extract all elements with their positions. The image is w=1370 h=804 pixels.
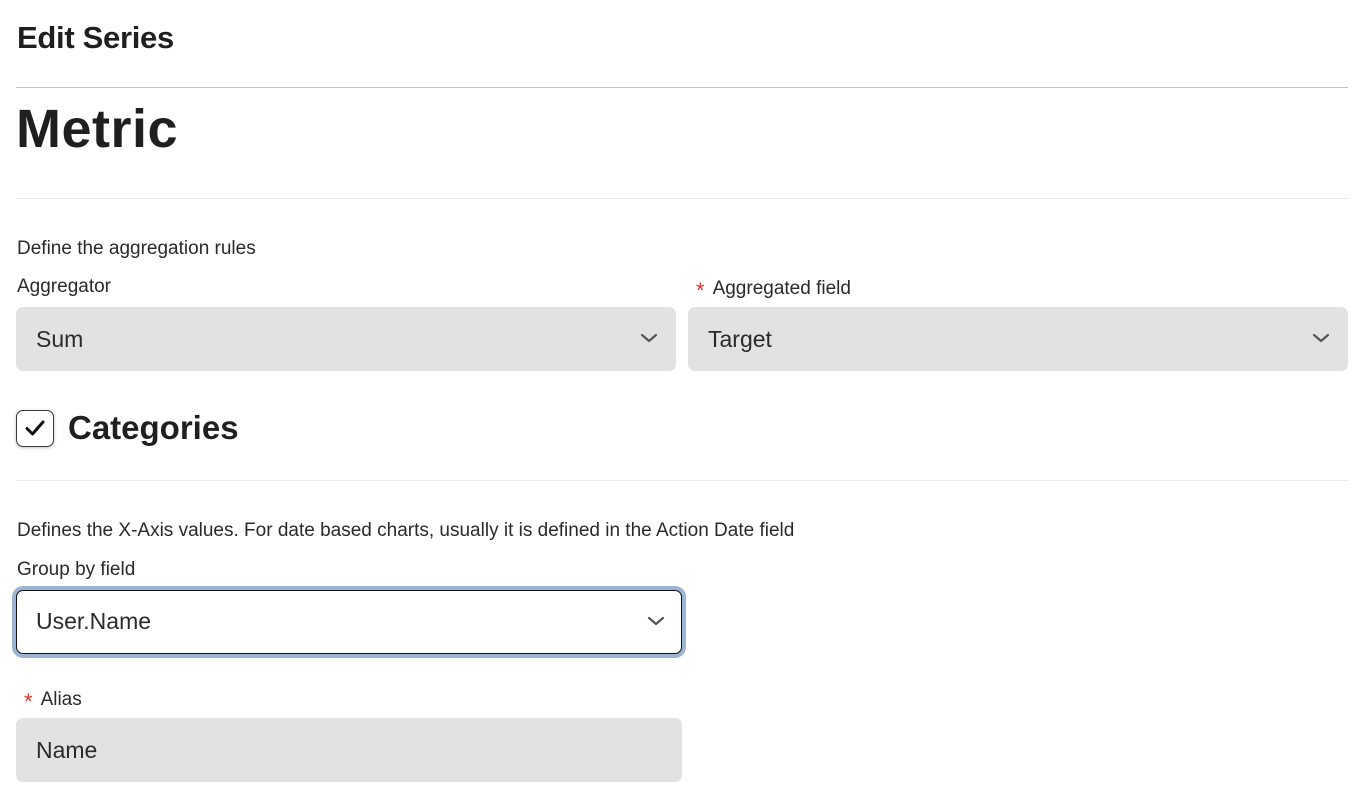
chevron-down-icon	[1312, 333, 1330, 343]
categories-divider	[16, 480, 1348, 481]
group-by-label: Group by field	[17, 559, 136, 580]
chevron-down-icon	[647, 616, 665, 626]
aggregated-field-label-wrap: * Aggregated field	[696, 275, 851, 303]
aggregator-select[interactable]: Sum	[16, 307, 676, 371]
chevron-down-icon	[640, 333, 658, 343]
aggregated-field-select[interactable]: Target	[688, 307, 1348, 371]
required-asterisk: *	[24, 689, 33, 714]
edit-series-page: Edit Series Metric Define the aggregatio…	[0, 0, 1370, 804]
metric-divider	[16, 198, 1348, 199]
aggregator-label: Aggregator	[17, 276, 112, 297]
group-by-select-value: User.Name	[36, 608, 152, 634]
alias-input-value: Name	[36, 737, 98, 763]
alias-label: Alias	[40, 689, 82, 710]
metric-section-title: Metric	[16, 99, 179, 159]
group-by-select[interactable]: User.Name	[16, 590, 682, 654]
metric-description: Define the aggregation rules	[17, 238, 256, 259]
categories-description: Defines the X-Axis values. For date base…	[17, 520, 795, 541]
required-asterisk: *	[696, 278, 705, 303]
alias-input[interactable]: Name	[16, 718, 682, 782]
aggregated-field-label: Aggregated field	[712, 278, 851, 299]
alias-label-wrap: * Alias	[24, 686, 82, 714]
categories-section-title: Categories	[68, 409, 239, 446]
aggregator-select-value: Sum	[36, 326, 84, 352]
categories-checkbox[interactable]	[16, 410, 54, 447]
header-divider	[16, 87, 1348, 88]
checkmark-icon	[25, 420, 45, 436]
page-title: Edit Series	[17, 20, 174, 55]
aggregated-field-select-value: Target	[708, 326, 772, 352]
